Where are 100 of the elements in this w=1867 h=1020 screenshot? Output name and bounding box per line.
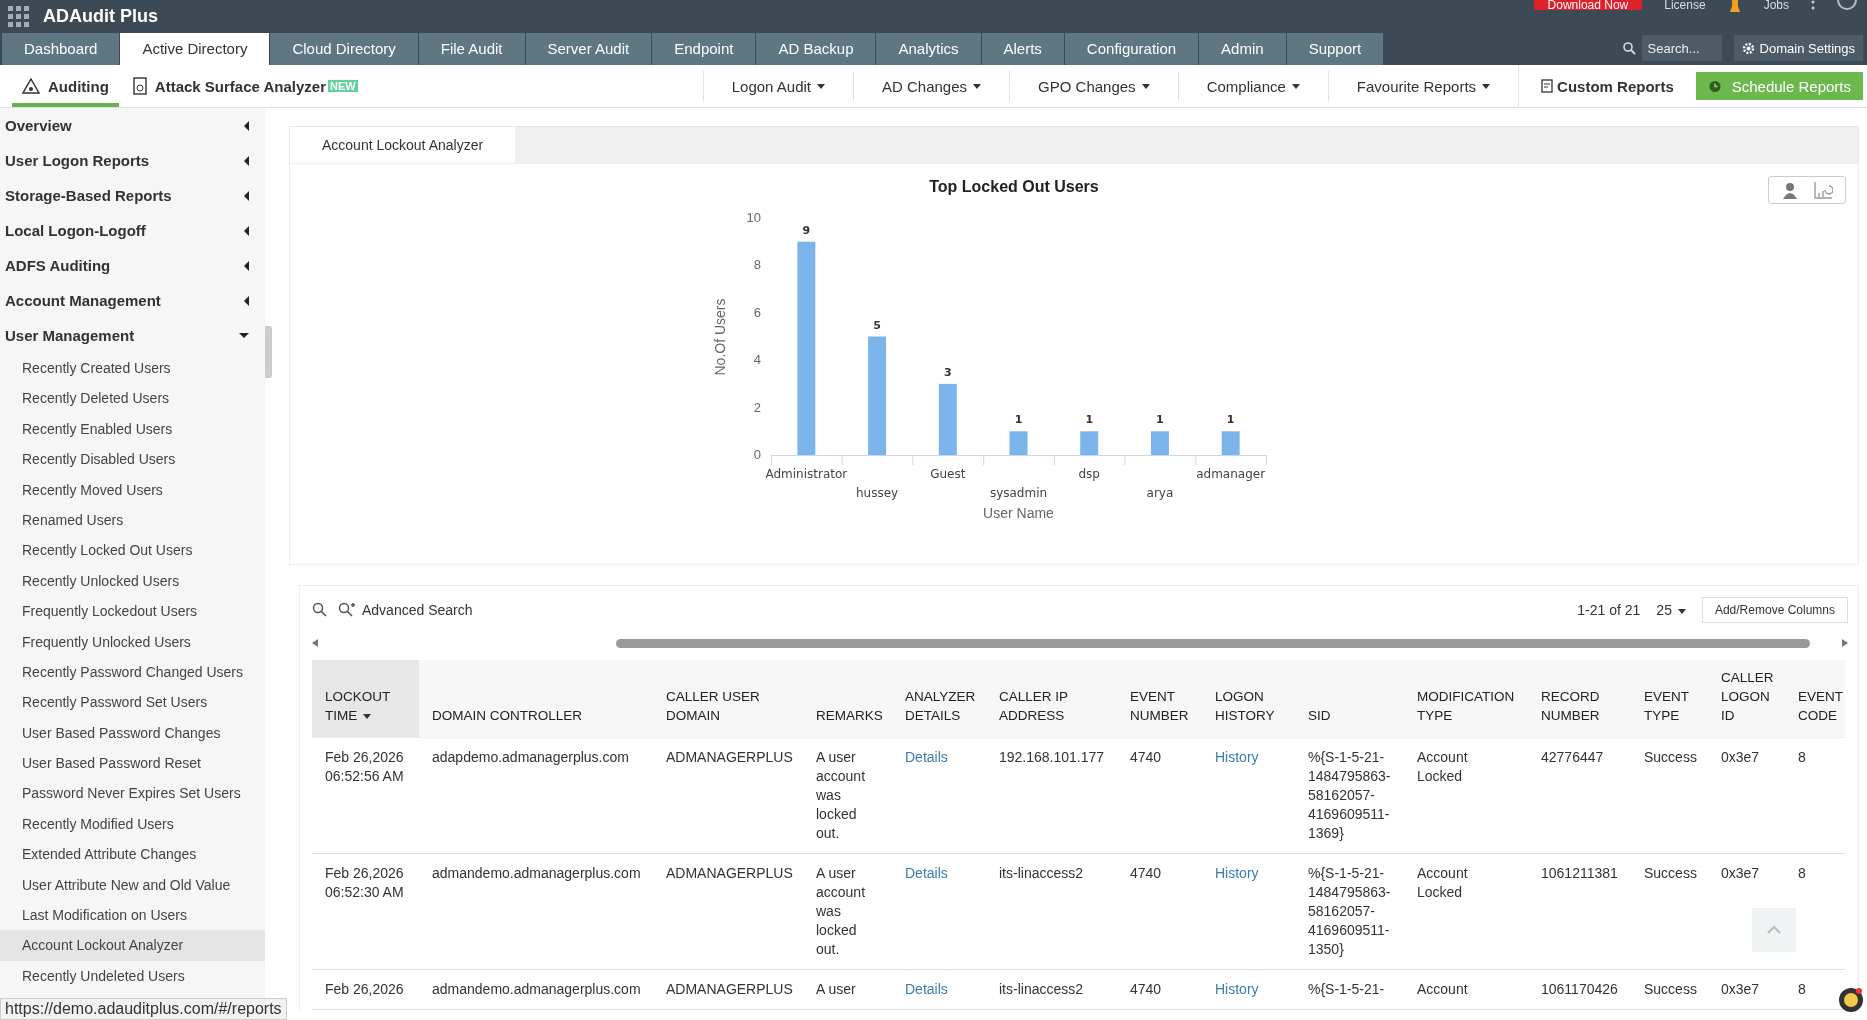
sidebar-item[interactable]: Recently Enabled Users bbox=[0, 413, 265, 445]
sidebar-item[interactable]: Recently Password Set Users bbox=[0, 687, 265, 718]
main-tab[interactable]: Support bbox=[1286, 33, 1384, 65]
sidebar-item[interactable]: Password Never Expires Set Users bbox=[0, 778, 265, 809]
advanced-search-button[interactable]: Advanced Search bbox=[338, 602, 473, 618]
sidebar-item[interactable]: Recently Deleted Users bbox=[0, 383, 265, 414]
report-tab[interactable]: Account Lockout Analyzer bbox=[290, 127, 516, 163]
column-header[interactable]: REMARKS bbox=[803, 660, 892, 738]
column-header[interactable]: RECORD NUMBER bbox=[1528, 660, 1631, 738]
search-field[interactable]: Search... bbox=[1641, 35, 1722, 61]
custom-reports-button[interactable]: Custom Reports bbox=[1518, 65, 1696, 107]
table-cell: 0x3e7 bbox=[1721, 865, 1760, 881]
report-menu[interactable]: AD Changes bbox=[853, 71, 1010, 101]
report-menu[interactable]: Compliance bbox=[1177, 71, 1328, 101]
table-link[interactable]: Details bbox=[905, 865, 948, 881]
column-header[interactable]: SID bbox=[1295, 660, 1404, 738]
sidebar-group[interactable]: ADFS Auditing bbox=[0, 248, 265, 283]
download-button[interactable]: Download Now bbox=[1533, 0, 1643, 10]
report-menu[interactable]: Favourite Reports bbox=[1327, 71, 1519, 101]
sidebar-group[interactable]: User Management bbox=[0, 318, 265, 353]
domain-settings-button[interactable]: Domain Settings bbox=[1733, 35, 1863, 61]
chart-options-button[interactable] bbox=[1768, 176, 1846, 204]
table-link[interactable]: Details bbox=[905, 749, 948, 765]
main-tab[interactable]: Active Directory bbox=[120, 33, 270, 65]
main-tab[interactable]: Server Audit bbox=[525, 33, 652, 65]
sidebar-group[interactable]: Local Logon-Logoff bbox=[0, 213, 265, 248]
y-tick-label: 2 bbox=[753, 399, 761, 415]
data-label: 1 bbox=[1156, 413, 1164, 427]
sidebar-item[interactable]: User Based Password Reset bbox=[0, 748, 265, 779]
column-header[interactable]: EVENT CODE bbox=[1785, 660, 1845, 738]
scroll-left-icon[interactable] bbox=[312, 639, 318, 647]
data-label: 3 bbox=[943, 365, 952, 379]
column-header[interactable]: DOMAIN CONTROLLER bbox=[419, 660, 653, 738]
sidebar-collapse-handle[interactable] bbox=[265, 326, 272, 378]
sidebar-item[interactable]: Recently Password Changed Users bbox=[0, 656, 265, 688]
top-link[interactable]: Jobs bbox=[1763, 0, 1789, 10]
column-header[interactable]: CALLER USER DOMAIN bbox=[653, 660, 803, 738]
table-cell: A user account was locked out. bbox=[816, 865, 866, 957]
column-header[interactable]: EVENT NUMBER bbox=[1117, 660, 1202, 738]
sidebar-item[interactable]: Last Modification on Users bbox=[0, 900, 265, 931]
y-tick-label: 0 bbox=[753, 447, 761, 462]
main-tab[interactable]: Endpoint bbox=[652, 33, 756, 65]
top-link[interactable]: License bbox=[1664, 0, 1706, 10]
column-header[interactable]: EVENT TYPE bbox=[1631, 660, 1708, 738]
sub-tab[interactable]: Attack Surface Analyzer NEW bbox=[122, 65, 368, 107]
sidebar-item[interactable]: Recently Created Users bbox=[0, 353, 265, 384]
main-tab[interactable]: Cloud Directory bbox=[270, 33, 418, 65]
main-tab[interactable]: Analytics bbox=[876, 33, 981, 65]
sidebar-item[interactable]: Frequently Unlocked Users bbox=[0, 626, 265, 657]
bell-icon[interactable] bbox=[1727, 0, 1742, 12]
sidebar-group[interactable]: Overview bbox=[0, 108, 265, 143]
sidebar-item[interactable]: Recently Locked Out Users bbox=[0, 535, 265, 566]
sidebar-item[interactable]: Extended Attribute Changes bbox=[0, 839, 265, 870]
chatbot-icon[interactable] bbox=[1838, 987, 1864, 1013]
sidebar-item[interactable]: Recently Modified Users bbox=[0, 808, 265, 840]
table-cell: its-linaccess2 bbox=[999, 865, 1084, 881]
main-tab[interactable]: Configuration bbox=[1064, 33, 1199, 65]
sidebar-item[interactable]: Recently Disabled Users bbox=[0, 444, 265, 475]
sidebar-group[interactable]: Storage-Based Reports bbox=[0, 178, 265, 213]
main-tab[interactable]: Alerts bbox=[981, 33, 1064, 65]
add-remove-columns-button[interactable]: Add/Remove Columns bbox=[1701, 597, 1848, 623]
main-tab[interactable]: Admin bbox=[1199, 33, 1286, 65]
table-link[interactable]: History bbox=[1215, 749, 1259, 765]
sidebar-item[interactable]: Renamed Users bbox=[0, 504, 265, 536]
column-header[interactable]: CALLER IP ADDRESS bbox=[986, 660, 1117, 738]
column-header[interactable]: ANALYZER DETAILS bbox=[892, 660, 986, 738]
table-cell: %{S-1-5-21- bbox=[1308, 981, 1385, 997]
search-icon[interactable] bbox=[312, 602, 328, 618]
search-icon[interactable] bbox=[1622, 41, 1636, 55]
table-link[interactable]: History bbox=[1215, 865, 1259, 881]
sidebar-item[interactable]: Recently Undeleted Users bbox=[0, 960, 265, 992]
report-menu[interactable]: Logon Audit bbox=[702, 71, 853, 101]
main-tab[interactable]: Dashboard bbox=[2, 33, 120, 65]
horizontal-scrollbar[interactable] bbox=[616, 638, 1810, 648]
new-badge: NEW bbox=[328, 80, 358, 92]
more-icon[interactable] bbox=[1811, 0, 1815, 10]
user-avatar-icon[interactable] bbox=[1837, 0, 1857, 10]
main-tab[interactable]: File Audit bbox=[418, 33, 525, 65]
sidebar-item[interactable]: Recently Unlocked Users bbox=[0, 565, 265, 597]
scroll-right-icon[interactable] bbox=[1842, 639, 1848, 647]
sidebar-group[interactable]: Account Management bbox=[0, 283, 265, 318]
table-cell: adapdemo.admanagerplus.com bbox=[432, 749, 629, 765]
table-link[interactable]: Details bbox=[905, 981, 948, 997]
report-menu[interactable]: GPO Changes bbox=[1009, 71, 1178, 101]
column-header[interactable]: MODIFICATION TYPE bbox=[1404, 660, 1528, 738]
page-size-dropdown[interactable]: 25 bbox=[1656, 602, 1686, 618]
table-cell: A user bbox=[816, 981, 856, 997]
table-link[interactable]: History bbox=[1215, 981, 1259, 997]
sidebar-item[interactable]: User Attribute New and Old Value bbox=[0, 869, 265, 901]
sidebar-item[interactable]: Frequently Lockedout Users bbox=[0, 596, 265, 627]
sidebar-group[interactable]: User Logon Reports bbox=[0, 143, 265, 178]
sidebar-item[interactable]: Account Lockout Analyzer bbox=[0, 930, 265, 961]
column-header[interactable]: LOCKOUT TIME bbox=[312, 660, 419, 738]
sidebar-item[interactable]: Recently Moved Users bbox=[0, 474, 265, 505]
column-header[interactable]: LOGON HISTORY bbox=[1202, 660, 1295, 738]
column-header[interactable]: CALLER LOGON ID bbox=[1708, 660, 1785, 738]
chevron-up-icon bbox=[1766, 925, 1782, 935]
app-grid-icon[interactable] bbox=[8, 5, 29, 27]
main-tab[interactable]: AD Backup bbox=[756, 33, 876, 65]
sidebar-item[interactable]: User Based Password Changes bbox=[0, 717, 265, 749]
